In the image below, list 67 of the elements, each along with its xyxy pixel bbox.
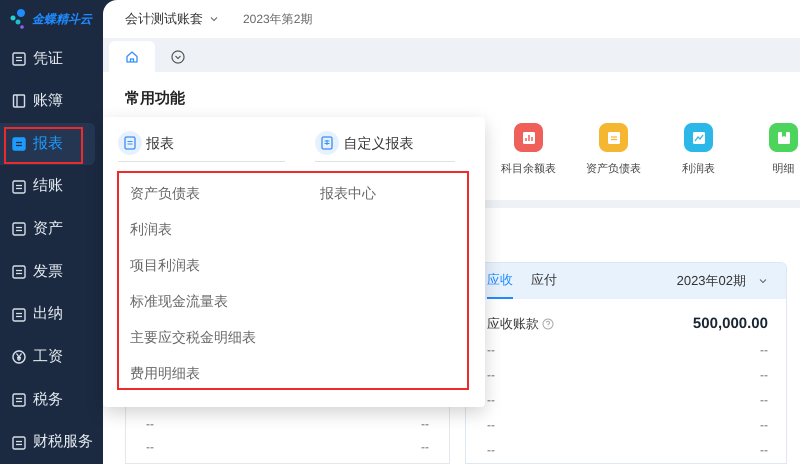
sidebar-item[interactable]: 工资: [0, 336, 95, 379]
document-icon: [12, 137, 26, 152]
sidebar-item[interactable]: 凭证: [0, 37, 95, 80]
row-value: --: [760, 366, 768, 384]
report-icon: [315, 131, 340, 155]
row-value: --: [760, 416, 768, 434]
row-value: --: [760, 442, 768, 458]
menu-item[interactable]: 费用明细表: [130, 355, 200, 391]
shortcut-tile[interactable]: 明细: [741, 123, 800, 178]
report-icon: [522, 130, 536, 144]
row-label: --: [487, 392, 495, 408]
chevron-circle-icon: [171, 50, 185, 64]
menu-group-title: 报表: [146, 134, 174, 152]
row-label: --: [146, 438, 154, 456]
row-label: --: [487, 342, 495, 358]
book-icon: [12, 94, 26, 108]
menu-item[interactable]: 利润表: [130, 211, 172, 247]
period-dropdown[interactable]: 2023年02期: [676, 271, 768, 291]
chevron-down-icon: [209, 14, 219, 24]
account-set-dropdown[interactable]: 会计测试账套: [125, 9, 219, 29]
yen-icon: [12, 350, 26, 364]
document-icon: [12, 308, 26, 322]
sidebar-item[interactable]: 账簿: [0, 80, 95, 123]
sidebar-item[interactable]: 税务: [0, 378, 95, 422]
row-label: --: [146, 416, 154, 432]
row-value: --: [760, 342, 768, 358]
help-icon: [542, 318, 554, 330]
page-tab[interactable]: [109, 41, 155, 72]
menu-item[interactable]: 标准现金流量表: [130, 283, 228, 319]
row-label: --: [487, 366, 495, 384]
row-value: --: [421, 416, 429, 432]
menu-item[interactable]: 报表中心: [320, 175, 376, 211]
row-label: 应收账款: [487, 315, 539, 334]
row-label: --: [487, 416, 495, 434]
menu-item[interactable]: 项目利润表: [130, 247, 200, 283]
sidebar-item[interactable]: 结账: [0, 165, 95, 208]
menu-item[interactable]: 资产负债表: [130, 175, 200, 211]
sidebar-item[interactable]: 发票: [0, 250, 95, 294]
menu-item[interactable]: 主要应交税金明细表: [130, 319, 256, 355]
menu-group-title: 自定义报表: [343, 134, 414, 152]
document-icon: [12, 180, 26, 194]
row-value: --: [760, 392, 768, 408]
report-icon: [776, 130, 790, 144]
document-icon: [12, 436, 26, 450]
chevron-down-icon: [758, 276, 768, 286]
sidebar-item[interactable]: 资产: [0, 208, 95, 251]
row-value: 500,000.00: [692, 314, 768, 334]
sidebar-item[interactable]: 财税服务: [0, 421, 95, 464]
document-icon: [12, 222, 26, 236]
home-icon: [125, 50, 139, 64]
period-label: 2023年第2期: [243, 11, 312, 28]
card-tab[interactable]: 应付: [531, 263, 557, 299]
logo-icon: [8, 8, 28, 30]
report-icon: [606, 130, 620, 144]
report-icon: [118, 131, 142, 155]
document-icon: [12, 393, 26, 408]
document-icon: [12, 265, 26, 280]
logo-text: 金蝶精斗云: [32, 10, 92, 28]
shortcut-tile[interactable]: 资产负债表: [571, 123, 656, 178]
shortcut-tile[interactable]: 科目余额表: [486, 123, 571, 178]
sidebar-item[interactable]: 出纳: [0, 293, 95, 336]
row-value: --: [421, 438, 429, 456]
report-icon: [692, 130, 706, 144]
shortcut-tile[interactable]: 利润表: [656, 123, 741, 178]
document-icon: [12, 52, 26, 66]
row-label: --: [487, 442, 495, 458]
section-title: 常用功能: [125, 89, 185, 109]
